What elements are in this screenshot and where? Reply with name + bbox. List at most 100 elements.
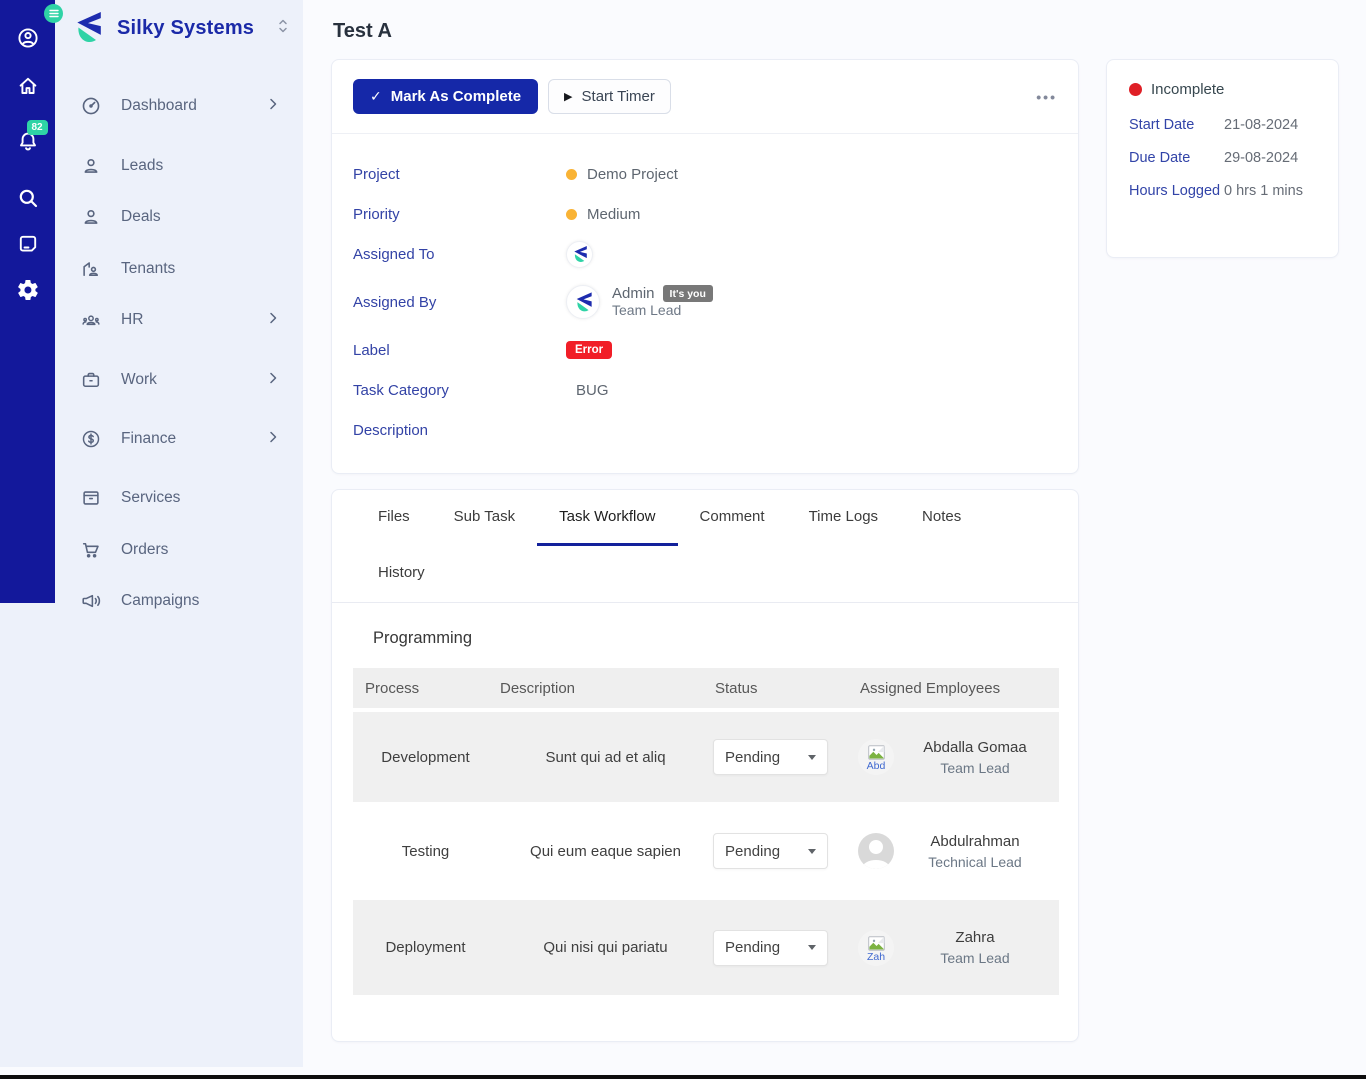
chevron-down-icon (808, 945, 816, 950)
sidebar-nav: Dashboard Leads Deals Tenants HR Work Fi… (55, 56, 303, 613)
chevron-right-icon (265, 96, 281, 117)
assigned-to-avatar[interactable] (566, 240, 593, 268)
sidebar-item-tenants[interactable]: Tenants (55, 249, 303, 289)
tab-notes[interactable]: Notes (900, 490, 983, 546)
person-placeholder-avatar[interactable] (858, 833, 894, 869)
expand-collapse-icon[interactable] (277, 18, 289, 39)
sidebar-item-finance[interactable]: Finance (55, 419, 303, 459)
table-row: Testing Qui eum eaque sapien Pending Abd… (353, 805, 1059, 897)
home-icon[interactable] (15, 73, 41, 99)
description-cell: Sunt qui ad et aliq (545, 748, 666, 766)
process-cell: Development (381, 748, 470, 766)
chevron-down-icon (808, 754, 816, 760)
brand-row[interactable]: Silky Systems (55, 0, 303, 56)
people-group-icon (79, 308, 103, 332)
task-actions-bar: ✓ Mark As Complete ▶ Start Timer ••• (332, 60, 1078, 134)
field-label: Project (353, 165, 400, 183)
status-row: Incomplete (1129, 81, 1316, 98)
more-options-button[interactable]: ••• (1036, 89, 1057, 105)
broken-image-avatar[interactable]: Abd (858, 739, 894, 775)
icon-rail: 82 (0, 0, 55, 603)
task-detail-card: ✓ Mark As Complete ▶ Start Timer ••• Pro… (331, 59, 1079, 474)
sidebar-item-hr[interactable]: HR (55, 300, 303, 340)
notifications-bell-icon[interactable]: 82 (15, 120, 48, 154)
due-date-row: Due Date 29-08-2024 (1129, 150, 1299, 166)
tab-sub-task[interactable]: Sub Task (432, 490, 537, 546)
project-color-dot (566, 168, 577, 180)
sidebar-item-label: Dashboard (121, 97, 197, 114)
sidebar-item-orders[interactable]: Orders (55, 530, 303, 570)
field-label-tag: Label Error (353, 330, 1057, 370)
sidebar-item-deals[interactable]: Deals (55, 197, 303, 237)
notes-icon[interactable] (15, 231, 41, 257)
sidebar-item-dashboard[interactable]: Dashboard (55, 86, 303, 126)
status-select[interactable]: Pending (713, 739, 828, 775)
col-header-assigned-employees: Assigned Employees (860, 679, 1001, 697)
start-timer-button[interactable]: ▶ Start Timer (548, 79, 671, 114)
chevron-down-icon (808, 848, 816, 854)
col-header-process: Process (365, 679, 420, 697)
field-assigned-to: Assigned To (353, 234, 1057, 274)
table-row: Deployment Qui nisi qui pariatu Pending … (353, 900, 1059, 995)
employee-name: Zahra (955, 929, 995, 946)
search-icon[interactable] (15, 185, 41, 211)
process-cell: Deployment (385, 939, 466, 956)
project-value[interactable]: Demo Project (587, 166, 678, 183)
field-assigned-by: Assigned By Admin It's you Team Lead (353, 274, 1057, 330)
archive-box-icon (79, 486, 103, 510)
start-date-row: Start Date 21-08-2024 (1129, 117, 1299, 133)
field-description: Description (353, 410, 1057, 450)
account-icon[interactable] (15, 25, 41, 51)
sidebar-item-services[interactable]: Services (55, 478, 303, 518)
field-label: Description (353, 421, 429, 439)
status-select[interactable]: Pending (713, 929, 828, 966)
mark-as-complete-button[interactable]: ✓ Mark As Complete (353, 79, 539, 114)
status-select[interactable]: Pending (713, 833, 828, 869)
sidebar-item-work[interactable]: Work (55, 360, 303, 400)
settings-gear-icon[interactable] (15, 277, 41, 303)
page-title: Test A (333, 20, 392, 42)
description-cell: Qui nisi qui pariatu (543, 939, 668, 956)
hours-logged-row: Hours Logged 0 hrs 1 mins (1129, 183, 1303, 199)
process-cell: Testing (401, 842, 450, 860)
status-dot-icon (1129, 83, 1142, 96)
field-label: Assigned To (353, 245, 435, 263)
task-fields: Project Demo Project Priority Medium Ass… (332, 134, 1078, 450)
tab-comment[interactable]: Comment (678, 490, 787, 546)
employee-cell: Abd Abdalla Gomaa Team Lead (858, 739, 1059, 776)
workflow-table: Process Description Status Assigned Empl… (353, 668, 1059, 995)
sidebar-item-label: Leads (121, 157, 164, 174)
avatar-alt-text: Zah (866, 950, 886, 963)
tab-task-workflow[interactable]: Task Workflow (537, 490, 678, 546)
sidebar-item-label: Tenants (121, 260, 176, 277)
tab-history[interactable]: History (356, 546, 447, 602)
app-root: 82 Silky Systems Dashboard Leads Deals T… (0, 0, 1366, 1079)
task-status-card: Incomplete Start Date 21-08-2024 Due Dat… (1106, 59, 1339, 258)
broken-image-avatar[interactable]: Zah (858, 929, 894, 966)
sidebar-item-label: Finance (121, 430, 177, 447)
priority-color-dot (566, 208, 577, 220)
status-text: Incomplete (1151, 81, 1225, 98)
tab-time-logs[interactable]: Time Logs (787, 490, 900, 546)
employee-role: Team Lead (940, 759, 1010, 776)
sidebar-item-label: HR (121, 311, 144, 328)
assigned-by-avatar[interactable] (566, 285, 600, 319)
sidebar-item-campaigns[interactable]: Campaigns (55, 581, 303, 613)
sidebar-collapse-toggle[interactable] (44, 4, 63, 23)
chevron-right-icon (265, 370, 281, 391)
task-tabs-card: Files Sub Task Task Workflow Comment Tim… (331, 489, 1079, 1042)
field-label: Priority (353, 205, 400, 223)
employee-name: Abdulrahman (930, 832, 1020, 850)
task-category-value: BUG (576, 381, 609, 399)
workflow-table-header: Process Description Status Assigned Empl… (353, 668, 1059, 708)
field-label: Label (353, 341, 390, 359)
tab-files[interactable]: Files (356, 490, 432, 546)
chevron-right-icon (265, 429, 281, 450)
sidebar-item-leads[interactable]: Leads (55, 146, 303, 186)
assigned-by-role: Team Lead (612, 302, 682, 318)
start-date-value: 21-08-2024 (1224, 117, 1299, 133)
description-cell: Qui eum eaque sapien (530, 842, 681, 860)
briefcase-icon (79, 368, 103, 392)
assigned-by-name: Admin (612, 285, 655, 302)
its-you-badge: It's you (662, 285, 713, 302)
